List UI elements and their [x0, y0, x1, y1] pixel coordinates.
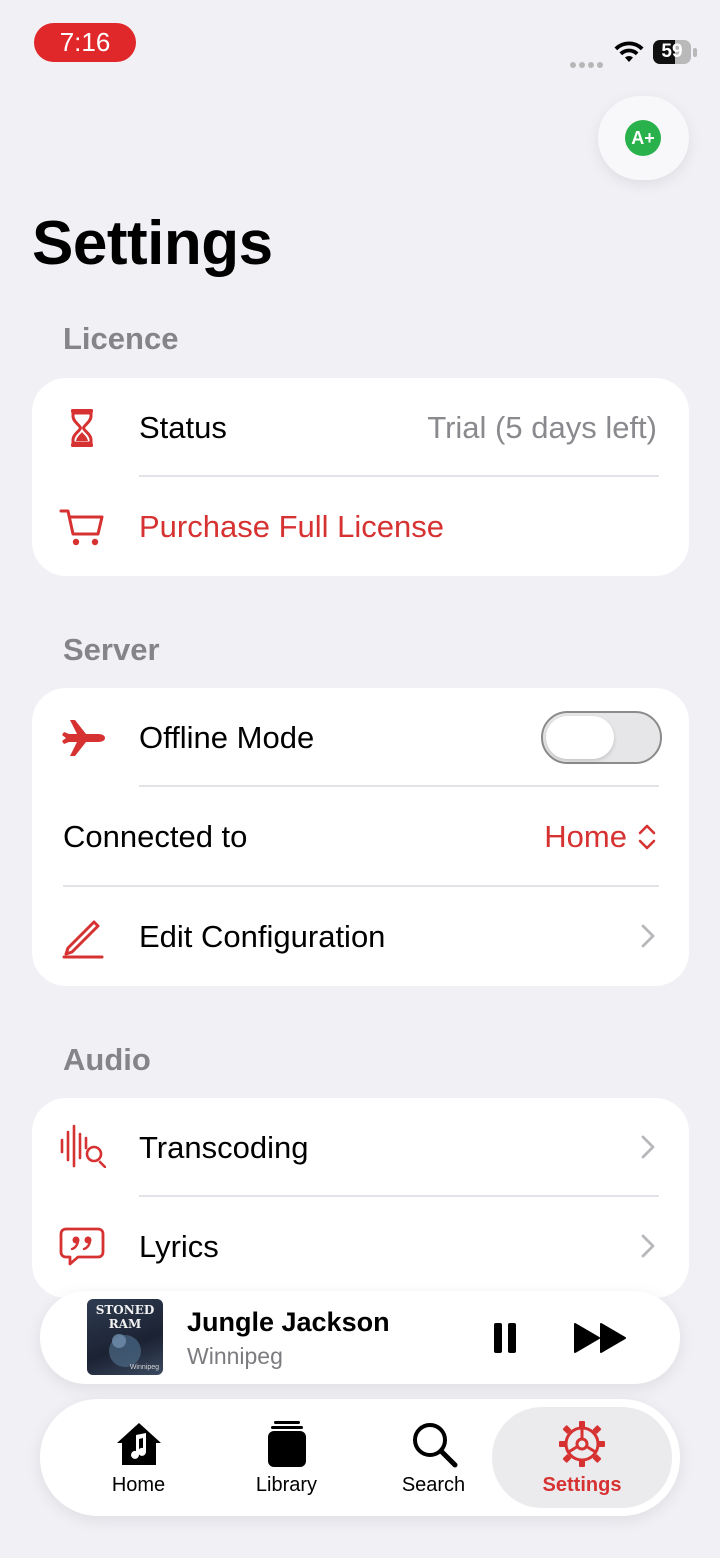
search-icon: [412, 1423, 457, 1468]
purchase-row[interactable]: Purchase Full License: [32, 477, 689, 576]
status-time: 7:16: [34, 23, 136, 62]
gear-icon: [559, 1421, 605, 1467]
battery-level: 59: [661, 41, 683, 62]
lyrics-row[interactable]: Lyrics: [32, 1197, 689, 1296]
section-header-licence: Licence: [63, 321, 179, 356]
account-badge: A+: [625, 120, 661, 156]
connected-to-value: Home: [544, 819, 627, 854]
page-title: Settings: [32, 209, 273, 278]
section-header-server: Server: [63, 632, 160, 667]
tab-bar: Home Library Search Settings: [40, 1399, 680, 1516]
transcoding-row[interactable]: Transcoding: [32, 1098, 689, 1197]
airplane-icon: [62, 720, 105, 756]
tab-search-label: Search: [401, 1474, 466, 1496]
hourglass-icon: [71, 409, 93, 447]
tab-settings-label: Settings: [542, 1474, 622, 1496]
toggle-knob: [546, 716, 614, 759]
chevron-right-icon: [641, 924, 655, 948]
chevron-right-icon: [641, 1234, 655, 1258]
transcoding-label: Transcoding: [139, 1130, 309, 1165]
offline-mode-label: Offline Mode: [139, 720, 315, 755]
chevron-right-icon: [641, 1135, 655, 1159]
tab-settings[interactable]: Settings: [492, 1407, 672, 1508]
library-icon: [267, 1421, 306, 1467]
tab-home[interactable]: Home: [66, 1399, 211, 1516]
status-label: Status: [139, 410, 227, 445]
wifi-icon: [614, 41, 644, 62]
track-artist: Winnipeg: [187, 1343, 283, 1369]
status-value: Trial (5 days left): [427, 410, 657, 445]
album-art-figure: [109, 1334, 141, 1367]
tab-library-label: Library: [255, 1474, 318, 1496]
licence-card: Status Trial (5 days left) Purchase Full…: [32, 378, 689, 576]
quote-bubble-icon: [59, 1227, 105, 1266]
now-playing-bar[interactable]: STONED RAM Winnipeg Jungle Jackson Winni…: [40, 1291, 680, 1384]
status-bar: 7:16 59: [0, 0, 720, 90]
home-music-icon: [116, 1423, 161, 1465]
audio-card: Transcoding Lyrics: [32, 1098, 689, 1298]
cart-icon: [59, 509, 104, 546]
album-art: STONED RAM Winnipeg: [87, 1299, 163, 1375]
tab-home-label: Home: [111, 1474, 166, 1496]
purchase-label: Purchase Full License: [139, 509, 444, 544]
edit-configuration-row[interactable]: Edit Configuration: [32, 887, 689, 986]
forward-icon[interactable]: [573, 1321, 629, 1355]
pause-icon[interactable]: [490, 1321, 520, 1355]
server-card: Offline Mode Connected to Home Edit Conf…: [32, 688, 689, 986]
offline-mode-toggle[interactable]: [541, 711, 662, 764]
pencil-icon: [62, 920, 104, 959]
tab-library[interactable]: Library: [214, 1399, 359, 1516]
waveform-search-icon: [60, 1124, 106, 1168]
section-header-audio: Audio: [63, 1042, 151, 1077]
connected-to-row[interactable]: Connected to Home: [32, 787, 689, 886]
connected-to-label: Connected to: [63, 819, 248, 854]
tab-search[interactable]: Search: [361, 1399, 506, 1516]
status-row[interactable]: Status Trial (5 days left): [32, 378, 689, 477]
battery-icon: 59: [653, 40, 697, 66]
lyrics-label: Lyrics: [139, 1229, 219, 1264]
edit-configuration-label: Edit Configuration: [139, 919, 386, 954]
track-title: Jungle Jackson: [187, 1307, 390, 1337]
account-button[interactable]: A+: [598, 96, 689, 180]
chevron-up-down-icon: [638, 824, 656, 850]
cellular-dots-icon: [570, 55, 606, 68]
album-art-subtitle: Winnipeg: [129, 1364, 159, 1371]
offline-mode-row: Offline Mode: [32, 688, 689, 787]
